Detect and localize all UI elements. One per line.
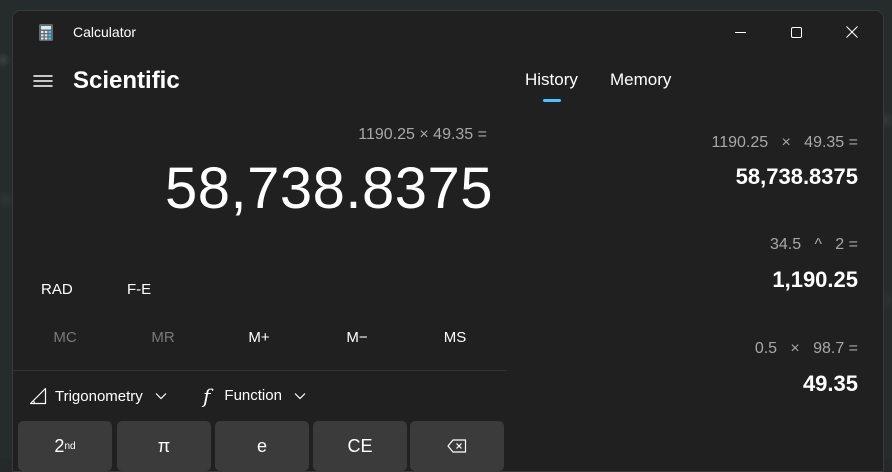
second-function-key[interactable]: 2nd — [18, 421, 112, 471]
maximize-button[interactable] — [773, 11, 819, 53]
memory-store-button[interactable]: MS — [407, 329, 503, 346]
history-expression: 0.5 × 98.7 = — [754, 340, 858, 357]
history-expression: 34.5 ^ 2 = — [769, 236, 858, 253]
history-expression: 1190.25 × 49.35 = — [711, 134, 859, 151]
backspace-key[interactable] — [410, 421, 504, 471]
tab-memory[interactable]: Memory — [610, 70, 671, 90]
trigonometry-label: Trigonometry — [55, 387, 143, 405]
second-key-label: 2 — [54, 435, 65, 456]
window-title: Calculator — [73, 24, 137, 40]
trigonometry-dropdown[interactable]: Trigonometry — [29, 387, 167, 405]
function-f-icon: f — [203, 383, 211, 408]
memory-subtract-button[interactable]: M− — [309, 329, 405, 346]
memory-recall-button[interactable]: MR — [115, 329, 211, 346]
pi-key[interactable]: π — [117, 421, 211, 471]
hamburger-icon[interactable] — [33, 73, 53, 89]
close-icon — [846, 26, 858, 38]
chevron-down-icon — [294, 392, 306, 399]
history-result: 49.35 — [802, 371, 858, 396]
calculator-window: Calculator Scientific 1190.25 × 49.35 = … — [12, 10, 884, 472]
expression-display: 1190.25 × 49.35 = — [358, 126, 487, 143]
memory-add-button[interactable]: M+ — [211, 329, 307, 346]
clear-entry-key[interactable]: CE — [313, 421, 407, 471]
e-key[interactable]: e — [215, 421, 309, 471]
divider — [13, 370, 507, 371]
title-bar[interactable]: Calculator — [13, 11, 883, 53]
function-dropdown[interactable]: f Function — [203, 383, 306, 408]
mode-title: Scientific — [73, 67, 180, 94]
memory-clear-button[interactable]: MC — [17, 329, 113, 346]
tab-active-indicator — [543, 99, 561, 102]
calculator-icon — [39, 24, 53, 41]
maximize-icon — [790, 26, 802, 38]
second-key-sup: nd — [64, 440, 76, 452]
close-button[interactable] — [829, 11, 875, 53]
result-display: 58,738.8375 — [164, 156, 493, 221]
function-label: Function — [224, 387, 282, 404]
chevron-down-icon — [155, 393, 167, 400]
tab-history[interactable]: History — [525, 70, 578, 90]
minimize-icon — [734, 31, 746, 33]
triangle-ruler-icon — [29, 387, 47, 405]
history-result: 58,738.8375 — [735, 164, 858, 189]
fe-button[interactable]: F-E — [127, 281, 151, 298]
history-result: 1,190.25 — [772, 267, 858, 292]
backspace-icon — [447, 439, 467, 453]
minimize-button[interactable] — [717, 11, 763, 53]
angle-mode-button[interactable]: RAD — [41, 281, 73, 298]
